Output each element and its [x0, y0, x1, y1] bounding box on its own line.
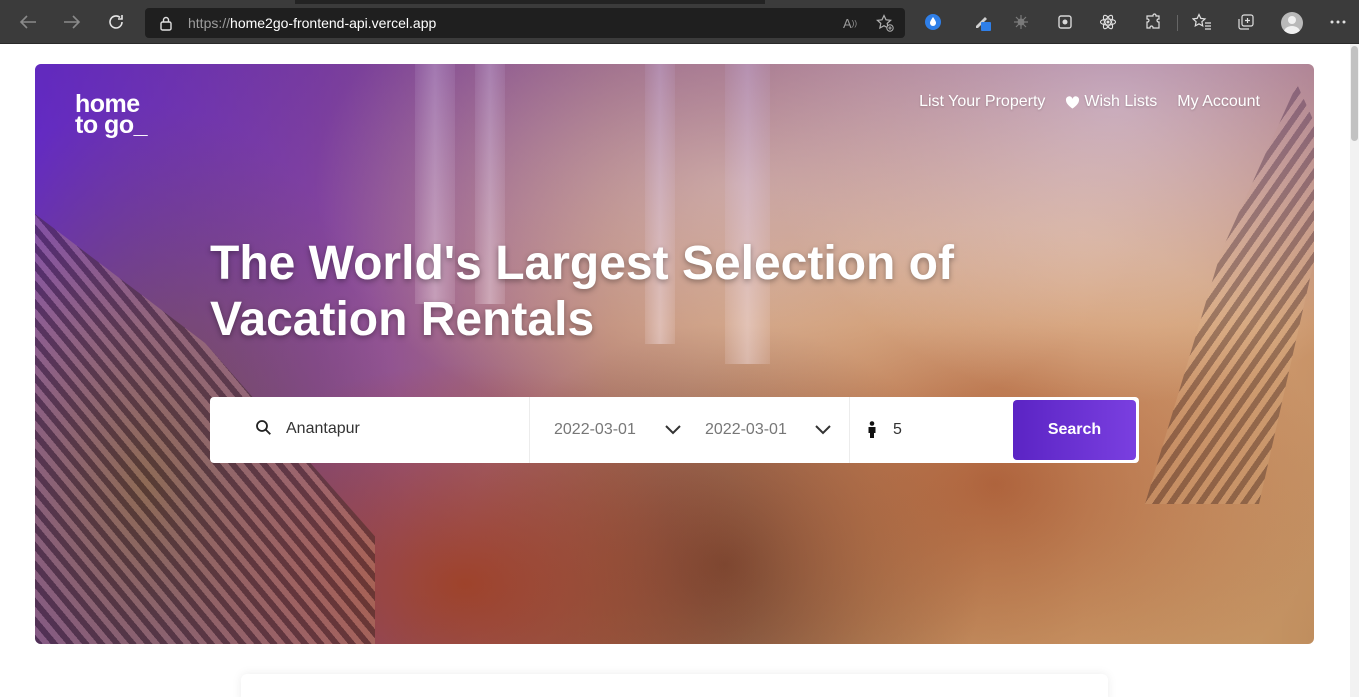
more-icon[interactable] — [1328, 12, 1348, 32]
check-in-date[interactable]: 2022-03-01 — [554, 421, 636, 439]
profile-icon[interactable] — [1281, 12, 1303, 34]
url-protocol: https:// — [188, 15, 231, 31]
search-icon — [255, 419, 272, 441]
list-property-label: List Your Property — [919, 93, 1046, 110]
toolbar-divider — [1177, 15, 1178, 31]
search-button-label: Search — [1047, 421, 1102, 438]
heart-icon — [1066, 95, 1080, 108]
extension-capture-icon[interactable] — [1055, 12, 1075, 32]
wish-lists-link[interactable]: Wish Lists — [1065, 93, 1157, 111]
favorites-icon[interactable] — [1192, 12, 1212, 32]
chevron-down-icon[interactable] — [664, 423, 682, 441]
url-text[interactable]: https://home2go-frontend-api.vercel.app — [188, 15, 436, 31]
wish-lists-label: Wish Lists — [1084, 93, 1158, 110]
read-aloud-glyph: A — [843, 15, 852, 31]
extension-bug-icon[interactable] — [1011, 12, 1031, 32]
hero-banner: home to go_ List Your Property Wish List… — [35, 64, 1314, 644]
browser-toolbar: https://home2go-frontend-api.vercel.app … — [0, 0, 1359, 44]
read-aloud-icon[interactable]: A)) — [840, 14, 860, 32]
home2go-logo[interactable]: home to go_ — [75, 92, 148, 139]
guests-input[interactable]: 5 — [893, 421, 902, 439]
logo-line-2: to go_ — [75, 111, 148, 139]
page-scrollbar-thumb[interactable] — [1351, 46, 1358, 141]
lock-icon[interactable] — [159, 15, 173, 36]
forward-icon[interactable] — [59, 9, 85, 35]
search-divider — [849, 397, 850, 463]
refresh-icon[interactable] — [103, 9, 129, 35]
extension-drop-icon[interactable] — [923, 12, 943, 32]
tab-strip-edge — [295, 0, 765, 4]
extensions-icon[interactable] — [1143, 12, 1163, 32]
page-scrollbar[interactable] — [1350, 44, 1359, 697]
location-input[interactable]: Anantapur — [286, 420, 360, 438]
add-favorite-icon[interactable] — [875, 14, 895, 32]
extension-pen-icon[interactable] — [973, 12, 993, 32]
list-property-link[interactable]: List Your Property — [919, 93, 1045, 111]
hero-title-line-1: The World's Largest Selection of — [210, 237, 954, 290]
content-card — [241, 674, 1108, 697]
chevron-down-icon[interactable] — [814, 423, 832, 441]
top-nav: List Your Property Wish Lists My Account — [919, 93, 1260, 111]
hero-title-line-2: Vacation Rentals — [210, 293, 595, 346]
back-icon[interactable] — [15, 9, 41, 35]
hero-hammock-right — [1145, 84, 1314, 504]
extension-react-icon[interactable] — [1098, 12, 1118, 32]
person-icon — [867, 421, 877, 443]
my-account-label: My Account — [1177, 93, 1260, 110]
search-divider — [529, 397, 530, 463]
search-bar: Anantapur 2022-03-01 2022-03-01 5 Search — [210, 397, 1139, 463]
search-button[interactable]: Search — [1013, 400, 1136, 460]
hero-title: The World's Largest Selection of Vacatio… — [210, 236, 1010, 348]
my-account-link[interactable]: My Account — [1177, 93, 1260, 111]
check-out-date[interactable]: 2022-03-01 — [705, 421, 787, 439]
address-bar[interactable]: https://home2go-frontend-api.vercel.app … — [145, 8, 905, 38]
url-host: home2go-frontend-api.vercel.app — [230, 15, 437, 31]
collections-icon[interactable] — [1236, 12, 1256, 32]
